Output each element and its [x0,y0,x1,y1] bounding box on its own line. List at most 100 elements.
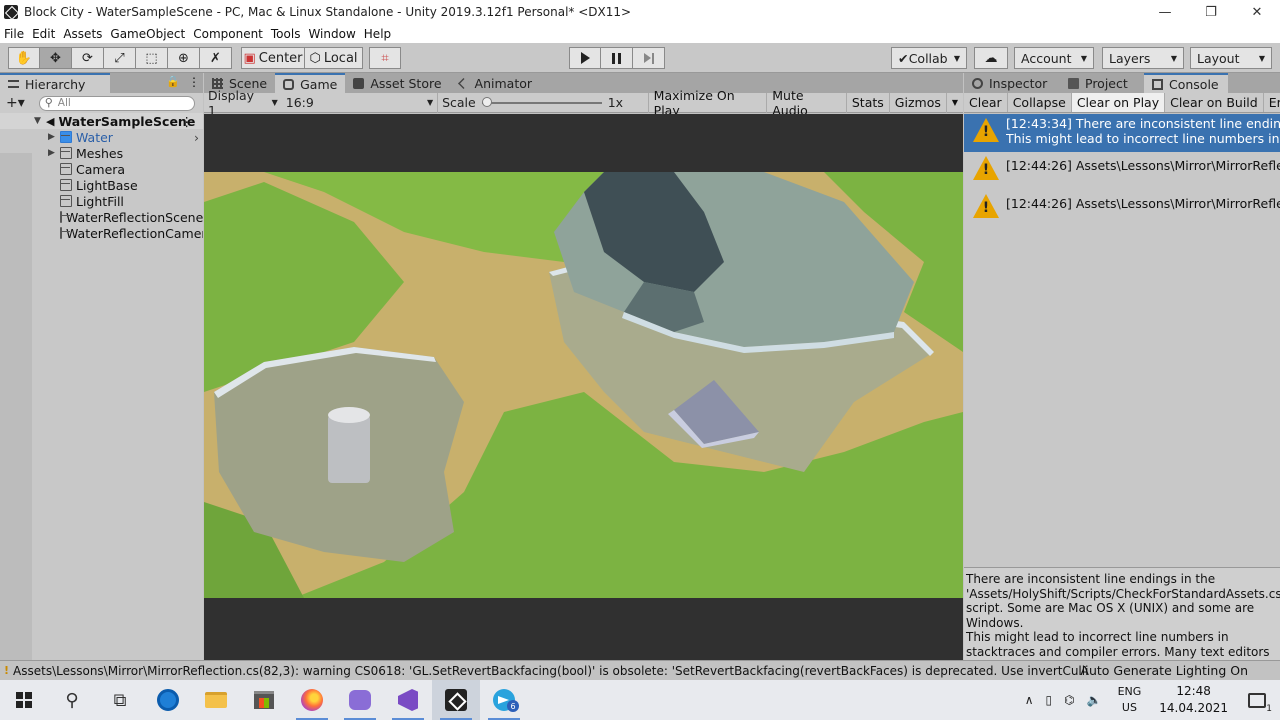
rotate-tool-icon[interactable]: ⟳ [72,47,104,69]
console-log-list[interactable]: ! [12:43:34] There are inconsistent line… [964,114,1280,567]
tab-game[interactable]: Game [275,73,346,93]
auto-generate-lighting[interactable]: Auto Generate Lighting On [1080,663,1248,678]
clear-on-build-toggle[interactable]: Clear on Build [1165,93,1264,112]
menu-help[interactable]: Help [364,27,391,41]
log-entry[interactable]: ! [12:43:34] There are inconsistent line… [964,114,1280,152]
hierarchy-item-lightbase[interactable]: LightBase [0,177,203,193]
scene-row[interactable]: ▼ ◀ WaterSampleScene ⋮ [0,113,203,129]
hand-tool-icon[interactable]: ✋ [8,47,40,69]
play-button[interactable] [569,47,601,69]
clear-on-play-toggle[interactable]: Clear on Play [1071,93,1166,112]
hierarchy-tree: ▼ ◀ WaterSampleScene ⋮ ▶ Water › ▶ Meshe… [0,113,203,660]
clock[interactable]: 12:48 14.04.2021 [1159,683,1228,717]
error-pause-toggle[interactable]: Error Pause [1264,93,1280,112]
display-dropdown[interactable]: Display 1 ▼ [204,88,282,118]
hierarchy-search-input[interactable]: All [38,95,195,111]
chevron-down-icon: ▼ [1258,53,1265,63]
taskbar-explorer[interactable] [192,680,240,720]
keyboard-layout: US [1121,701,1137,714]
status-bar[interactable]: ! Assets\Lessons\Mirror\MirrorReflection… [0,660,1280,680]
expand-arrow-icon[interactable]: ▼ [34,116,46,126]
step-button[interactable] [633,47,665,69]
tab-asset-store[interactable]: Asset Store [345,73,449,93]
taskbar-store[interactable] [240,680,288,720]
lock-icon[interactable]: 🔒 [166,75,180,88]
maximize-on-play-toggle[interactable]: Maximize On Play [647,88,767,118]
hierarchy-item-camera[interactable]: Camera [0,161,203,177]
layers-dropdown[interactable]: Layers ▼ [1102,47,1184,69]
scale-tool-icon[interactable]: ⤢ [104,47,136,69]
taskbar-unity[interactable] [432,680,480,720]
move-tool-icon[interactable]: ✥ [40,47,72,69]
console-detail-text[interactable]: There are inconsistent line endings in t… [964,567,1280,660]
tab-animator[interactable]: Animator [450,73,540,93]
pivot-center-button[interactable]: ▣ Center [241,47,305,69]
menu-file[interactable]: File [4,27,24,41]
taskbar-firefox[interactable] [288,680,336,720]
clear-button[interactable]: Clear [964,93,1008,112]
menu-gameobject[interactable]: GameObject [110,27,185,41]
mute-audio-toggle[interactable]: Mute Audio [766,88,846,118]
folder-icon [1068,77,1079,89]
log-entry[interactable]: ! [12:44:26] Assets\Lessons\Mirror\Mirro… [964,190,1280,228]
play-icon [580,52,590,64]
expand-arrow-icon[interactable]: ▶ [48,132,60,142]
aspect-dropdown[interactable]: 16:9 ▼ [282,93,437,113]
tray-chevron-icon[interactable]: ∧ [1025,693,1034,707]
game-viewport[interactable] [204,114,963,660]
menu-bar: File Edit Assets GameObject Component To… [0,24,1280,43]
search-button[interactable]: ⚲ [48,680,96,720]
tab-project[interactable]: Project [1060,73,1144,93]
collab-button[interactable]: ✔ Collab ▼ [891,47,967,69]
minimize-button[interactable]: — [1142,0,1188,24]
task-view-button[interactable]: ⧉ [96,680,144,720]
hierarchy-item-waterreflectionscene[interactable]: WaterReflectionScene [0,209,203,225]
menu-tools[interactable]: Tools [271,27,301,41]
tab-hierarchy[interactable]: Hierarchy [0,73,110,93]
taskbar-visual-studio[interactable] [384,680,432,720]
create-dropdown[interactable]: +▾ [6,95,25,111]
scene-menu-icon[interactable]: ⋮ [181,114,194,129]
menu-window[interactable]: Window [308,27,355,41]
account-dropdown[interactable]: Account ▼ [1014,47,1094,69]
maximize-button[interactable]: ❐ [1188,0,1234,24]
log-entry[interactable]: ! [12:44:26] Assets\Lessons\Mirror\Mirro… [964,152,1280,190]
grid-snap-icon[interactable]: ⌗ [369,47,401,69]
hierarchy-item-water[interactable]: ▶ Water › [0,129,203,145]
volume-icon[interactable]: 🔈 [1087,693,1102,707]
taskbar-discord[interactable] [336,680,384,720]
network-icon[interactable]: ⌬ [1064,693,1074,707]
start-button[interactable] [0,680,48,720]
chevron-right-icon[interactable]: › [194,130,199,145]
scale-slider-knob[interactable] [481,96,492,107]
battery-icon[interactable]: ▯ [1046,693,1053,707]
layout-dropdown[interactable]: Layout ▼ [1190,47,1272,69]
stats-toggle[interactable]: Stats [845,92,889,113]
pause-button[interactable] [601,47,633,69]
panel-menu-icon[interactable]: ⋮ [188,75,200,89]
gizmos-toggle[interactable]: Gizmos [888,92,946,113]
expand-arrow-icon[interactable]: ▶ [48,148,60,158]
tab-inspector[interactable]: Inspector [964,73,1060,93]
hierarchy-item-lightfill[interactable]: LightFill [0,193,203,209]
hierarchy-item-waterreflectioncamera[interactable]: WaterReflectionCamera [0,225,203,241]
hierarchy-item-meshes[interactable]: ▶ Meshes [0,145,203,161]
gizmos-dropdown-icon[interactable]: ▼ [945,92,963,113]
play-controls [569,47,665,69]
language-indicator[interactable]: ENG US [1118,684,1142,716]
rect-tool-icon[interactable]: ⬚ [136,47,168,69]
scale-slider[interactable] [481,96,602,107]
transform-tool-icon[interactable]: ⊕ [168,47,200,69]
menu-component[interactable]: Component [193,27,263,41]
cloud-icon[interactable]: ☁ [974,47,1008,69]
menu-assets[interactable]: Assets [63,27,102,41]
taskbar-telegram[interactable]: 6 [480,680,528,720]
custom-tool-icon[interactable]: ✗ [200,47,232,69]
menu-edit[interactable]: Edit [32,27,55,41]
close-button[interactable]: ✕ [1234,0,1280,24]
taskbar-edge[interactable] [144,680,192,720]
collapse-toggle[interactable]: Collapse [1008,93,1072,112]
tab-console[interactable]: Console [1144,73,1228,93]
pivot-local-button[interactable]: ⬡ Local [305,47,363,69]
notification-icon[interactable]: 1 [1248,692,1272,714]
